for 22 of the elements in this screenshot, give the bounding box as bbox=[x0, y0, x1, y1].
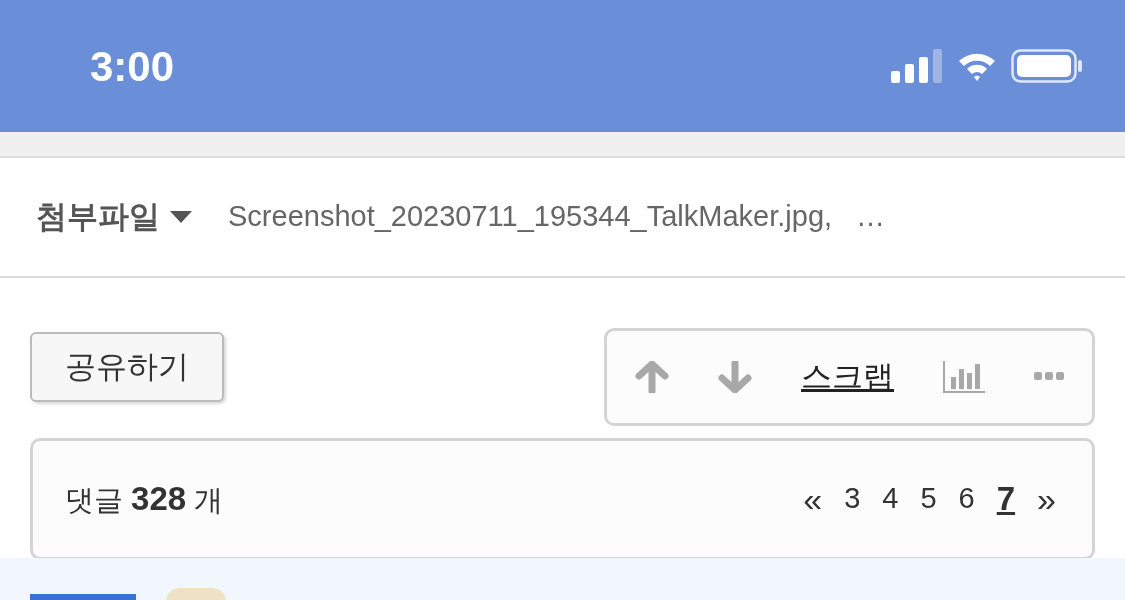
page-link[interactable]: 5 bbox=[920, 477, 937, 521]
attachment-filename: Screenshot_20230711_195344_TalkMaker.jpg, bbox=[228, 199, 833, 235]
arrow-up-icon[interactable] bbox=[635, 361, 669, 393]
next-pages-link[interactable]: » bbox=[1037, 473, 1056, 525]
page-link[interactable]: 4 bbox=[882, 477, 899, 521]
page-link[interactable]: 7 bbox=[996, 474, 1016, 524]
more-icon[interactable] bbox=[1034, 372, 1064, 382]
arrow-down-icon[interactable] bbox=[718, 361, 752, 393]
comment-count: 댓글 328 개 bbox=[65, 479, 224, 520]
page-link[interactable]: 3 bbox=[844, 477, 861, 521]
wifi-icon bbox=[957, 51, 997, 81]
scrap-button[interactable]: 스크랩 bbox=[801, 353, 894, 401]
caret-icon bbox=[170, 211, 192, 223]
more-ellipsis: … bbox=[856, 199, 886, 235]
previous-pages-link[interactable]: « bbox=[803, 473, 823, 525]
share-button[interactable]: 공유하기 bbox=[30, 332, 224, 402]
attachment-dropdown[interactable]: 첨부파일 bbox=[36, 193, 192, 241]
page-link[interactable]: 6 bbox=[958, 477, 975, 521]
battery-icon bbox=[1011, 49, 1083, 83]
signal-icon bbox=[891, 49, 943, 83]
status-time: 3:00 bbox=[90, 41, 175, 92]
bar-chart-icon[interactable] bbox=[943, 361, 985, 393]
